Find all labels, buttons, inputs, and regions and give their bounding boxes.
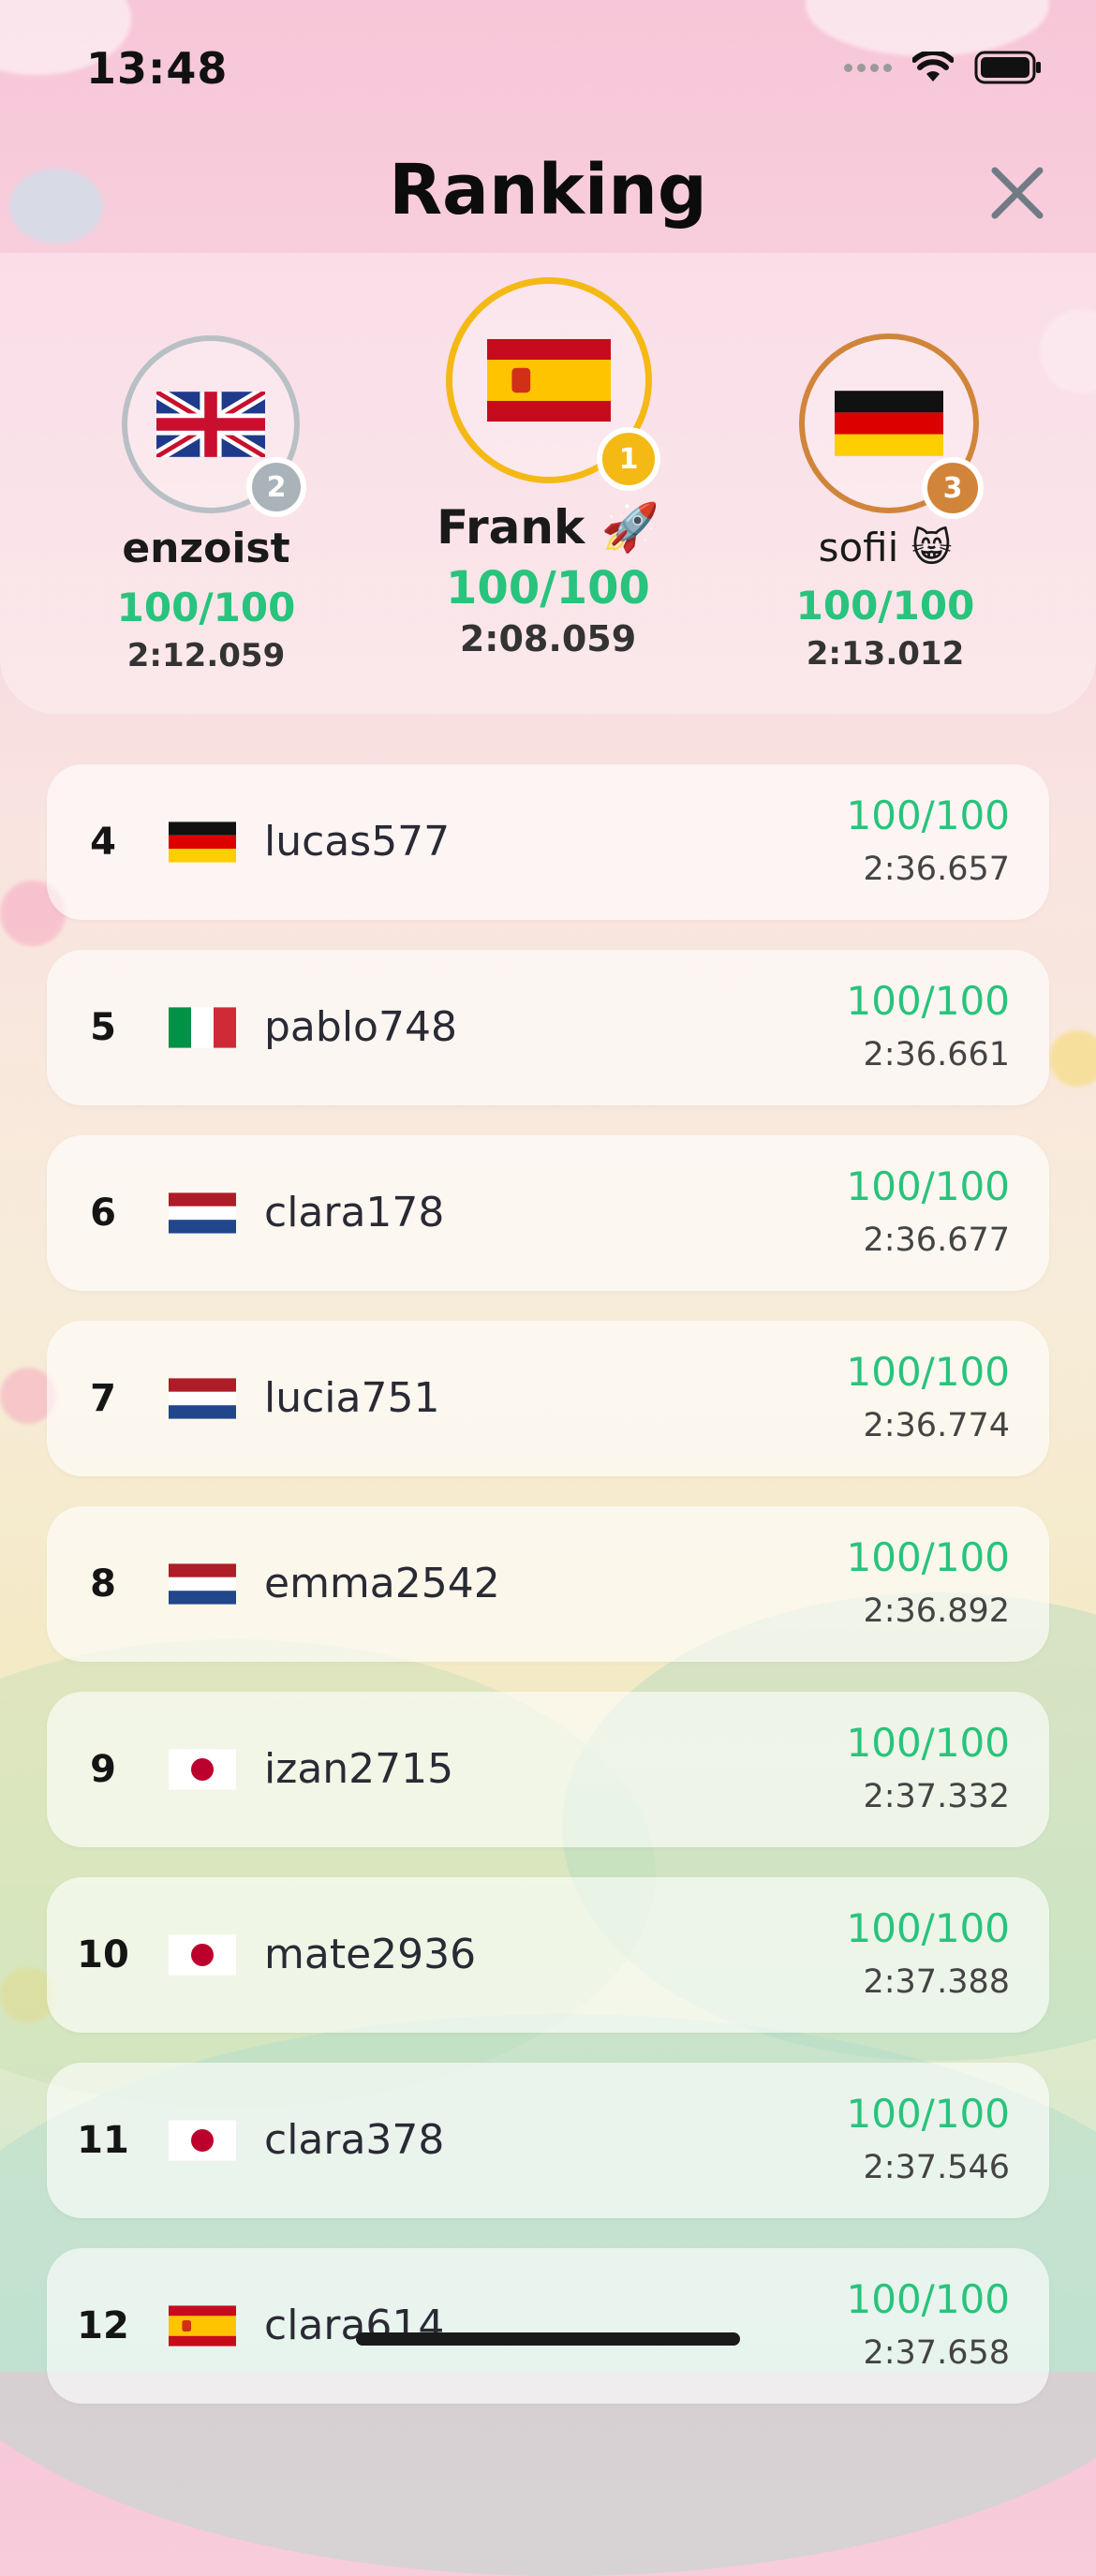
player-score: 100/100: [846, 1720, 1010, 1766]
rank-badge: 1: [597, 427, 660, 491]
player-score: 100/100: [846, 1163, 1010, 1209]
signal-icon: [844, 63, 892, 72]
player-time: 2:36.892: [863, 1592, 1010, 1630]
netherlands-flag-icon: [169, 1378, 236, 1419]
germany-flag-icon: [835, 391, 943, 456]
podium-name: enzoist: [122, 525, 290, 572]
player-time: 2:37.546: [863, 2149, 1010, 2186]
podium-score: 100/100: [795, 583, 975, 629]
player-time: 2:36.657: [863, 851, 1010, 888]
close-icon: [991, 167, 1044, 219]
player-score: 100/100: [846, 1349, 1010, 1395]
spain-flag-icon: [169, 2305, 236, 2347]
list-item[interactable]: 12 clara614 100/100 2:37.658: [47, 2248, 1049, 2404]
germany-flag-icon: [169, 822, 236, 863]
podium-time: 2:13.012: [806, 635, 965, 673]
page-title: Ranking: [389, 150, 707, 230]
netherlands-flag-icon: [169, 1192, 236, 1234]
status-bar: 13:48: [0, 0, 1096, 141]
player-time: 2:36.661: [863, 1036, 1010, 1073]
player-name: clara378: [264, 2116, 445, 2164]
player-time: 2:36.677: [863, 1221, 1010, 1259]
rank-number: 9: [90, 1748, 116, 1791]
italy-flag-icon: [169, 1007, 236, 1048]
player-name: lucia751: [264, 1374, 440, 1422]
rank-badge: 2: [246, 457, 306, 517]
podium-name: sofii 😸: [818, 525, 953, 570]
player-score: 100/100: [846, 2276, 1010, 2322]
spain-flag-icon: [487, 339, 611, 422]
player-name: izan2715: [264, 1745, 454, 1793]
player-score: 100/100: [846, 1905, 1010, 1951]
list-item[interactable]: 4 lucas577 100/100 2:36.657: [47, 764, 1049, 920]
list-item[interactable]: 11 clara378 100/100 2:37.546: [47, 2063, 1049, 2218]
player-score: 100/100: [846, 1534, 1010, 1580]
player-score: 100/100: [846, 2091, 1010, 2137]
netherlands-flag-icon: [169, 1563, 236, 1605]
japan-flag-icon: [169, 1934, 236, 1976]
rank-badge: 3: [922, 457, 984, 519]
status-icons: [844, 51, 1042, 84]
player-name: pablo748: [264, 1003, 457, 1051]
japan-flag-icon: [169, 2120, 236, 2161]
rank-number: 12: [77, 2304, 129, 2347]
podium: 2 enzoist 100/100 2:12.059 1 Frank 🚀 100…: [0, 253, 1096, 714]
list-item[interactable]: 8 emma2542 100/100 2:36.892: [47, 1506, 1049, 1662]
player-time: 2:36.774: [863, 1407, 1010, 1444]
wifi-icon: [912, 52, 954, 83]
home-indicator[interactable]: [356, 2332, 740, 2346]
player-name: clara178: [264, 1189, 445, 1236]
rank-number: 5: [90, 1006, 116, 1049]
japan-flag-icon: [169, 1749, 236, 1790]
uk-flag-icon: [156, 392, 265, 457]
close-button[interactable]: [985, 161, 1049, 225]
rank-number: 10: [77, 1933, 129, 1976]
list-item[interactable]: 6 clara178 100/100 2:36.677: [47, 1135, 1049, 1291]
podium-score: 100/100: [116, 585, 296, 630]
podium-time: 2:12.059: [126, 637, 286, 674]
list-item[interactable]: 10 mate2936 100/100 2:37.388: [47, 1877, 1049, 2033]
status-time: 13:48: [86, 43, 229, 94]
rank-number: 6: [90, 1192, 116, 1235]
player-score: 100/100: [846, 792, 1010, 838]
player-score: 100/100: [846, 978, 1010, 1024]
player-name: emma2542: [264, 1560, 500, 1607]
rank-number: 7: [90, 1377, 116, 1420]
list-item[interactable]: 9 izan2715 100/100 2:37.332: [47, 1692, 1049, 1847]
rank-number: 4: [90, 821, 116, 864]
player-name: mate2936: [264, 1931, 477, 1978]
battery-icon: [974, 51, 1042, 84]
player-name: lucas577: [264, 818, 451, 866]
podium-name: Frank 🚀: [437, 500, 659, 555]
player-name: clara614: [264, 2302, 445, 2349]
rank-number: 11: [77, 2119, 129, 2162]
list-item[interactable]: 7 lucia751 100/100 2:36.774: [47, 1321, 1049, 1476]
podium-time: 2:08.059: [459, 618, 637, 659]
player-time: 2:37.388: [863, 1963, 1010, 2001]
list-item[interactable]: 5 pablo748 100/100 2:36.661: [47, 950, 1049, 1105]
player-time: 2:37.658: [863, 2334, 1010, 2372]
rank-number: 8: [90, 1562, 116, 1606]
player-time: 2:37.332: [863, 1778, 1010, 1815]
podium-score: 100/100: [446, 562, 650, 614]
